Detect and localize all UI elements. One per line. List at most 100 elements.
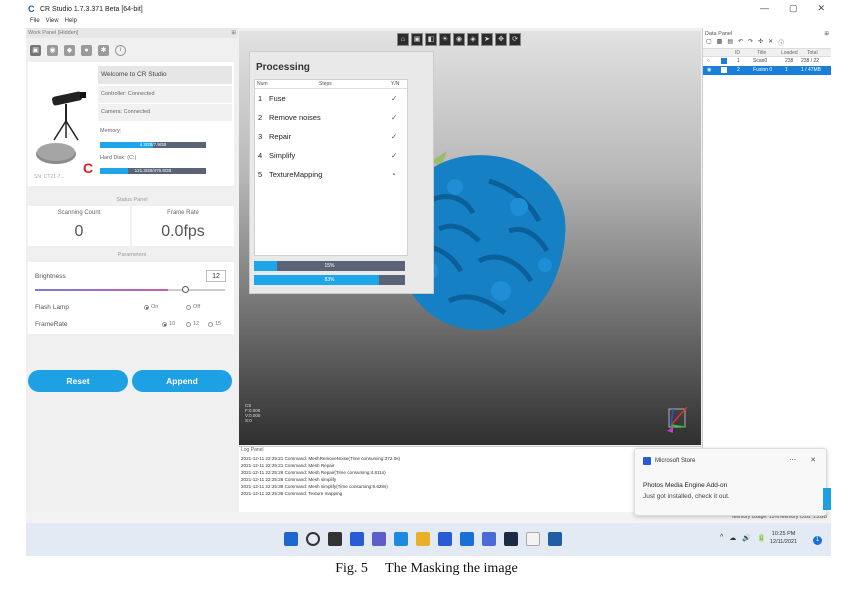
scanner-mode-icon[interactable]: ▣: [30, 44, 41, 56]
brightness-slider-track[interactable]: [35, 289, 225, 291]
menu-file[interactable]: File: [30, 18, 40, 28]
scanning-count-value: 0: [74, 223, 84, 240]
widgets-icon[interactable]: [350, 532, 364, 546]
log-line: 2021-12-11 22:25:21 Command: Mesh Repair: [241, 463, 335, 468]
info-icon[interactable]: ⓘ: [778, 38, 784, 48]
fps-10-label: 10: [169, 321, 176, 327]
shield-icon[interactable]: ◆: [64, 44, 75, 56]
step-status-icon: ✓: [391, 94, 398, 103]
wifi-icon[interactable]: ☁: [729, 534, 736, 542]
info-icon[interactable]: i: [115, 44, 126, 56]
parameters-panel: Brightness 12 Flash Lamp On Off FrameRat…: [28, 262, 234, 334]
notification-source-name: Microsoft Store: [655, 458, 696, 464]
radio-dot: [186, 304, 191, 310]
flash-on-radio[interactable]: On: [144, 304, 158, 310]
dismiss-icon[interactable]: ✕: [810, 456, 816, 464]
clock[interactable]: 10:25 PM 12/11/2021: [770, 530, 797, 546]
new-icon[interactable]: ▢: [706, 38, 712, 48]
log-line: 2021-12-11 22:25:26 Command: Mesh Repair…: [241, 470, 386, 475]
minimize-button[interactable]: —: [760, 3, 769, 14]
data-table-row[interactable]: ◉ 2 Fusion 0 1 1 / 47MB: [703, 66, 831, 75]
memory-bar: 4.3GB/7.9GB: [100, 142, 206, 148]
close-icon[interactable]: ✕: [768, 38, 773, 48]
home-icon[interactable]: ⌂: [397, 33, 409, 46]
task-view-icon[interactable]: [328, 532, 342, 546]
fps-10-radio[interactable]: 10: [162, 321, 175, 327]
memory-label: Memory:: [100, 128, 122, 134]
front-view-icon[interactable]: ▣: [411, 33, 423, 46]
notepad-icon[interactable]: [526, 532, 540, 546]
globe-icon[interactable]: ●: [81, 44, 92, 56]
cursor-icon[interactable]: ➤: [481, 33, 493, 46]
teams-icon[interactable]: [372, 532, 386, 546]
notification-title: Photos Media Engine Add-on: [643, 482, 728, 489]
radio-dot: [162, 321, 167, 327]
search-icon[interactable]: [306, 532, 320, 546]
clock-date: 12/11/2021: [770, 539, 798, 545]
redo-icon[interactable]: ↷: [748, 38, 753, 48]
edge-icon[interactable]: [394, 532, 408, 546]
more-options-icon[interactable]: ⋯: [789, 456, 796, 464]
axis-gizmo[interactable]: [663, 401, 693, 435]
light-icon[interactable]: ☀: [439, 33, 451, 46]
tray-overflow-icon[interactable]: ^: [720, 534, 723, 542]
rotate-icon[interactable]: ⟳: [509, 33, 521, 46]
crstudio-icon[interactable]: [548, 532, 562, 546]
battery-icon[interactable]: 🔋: [757, 534, 766, 542]
reset-button[interactable]: Reset: [28, 370, 128, 392]
brightness-input[interactable]: 12: [206, 270, 226, 282]
maximize-button[interactable]: ▢: [789, 3, 798, 14]
pin-icon[interactable]: ⊞: [231, 28, 236, 38]
visibility-icon[interactable]: ◉: [707, 67, 711, 73]
radio-dot: [186, 321, 191, 327]
frame-rate-label: Frame Rate: [167, 210, 199, 216]
col-title: Title: [757, 50, 767, 56]
mail-icon[interactable]: [460, 532, 474, 546]
col-total: Total: [807, 50, 818, 56]
flash-off-radio[interactable]: Off: [186, 304, 200, 310]
undo-icon[interactable]: ↶: [738, 38, 743, 48]
step-name: Simplify: [269, 151, 296, 160]
toast-notification[interactable]: Microsoft Store ⋯ ✕ Photos Media Engine …: [634, 448, 827, 516]
processing-dialog: Processing Num Steps Y/N 1 Fuse ✓ 2 Remove n…: [249, 51, 434, 294]
notification-badge[interactable]: 1: [813, 536, 822, 545]
radio-dot: [144, 304, 149, 310]
merge-icon[interactable]: ✣: [758, 38, 763, 48]
side-view-icon[interactable]: ◧: [425, 33, 437, 46]
step-num: 4: [258, 151, 263, 160]
data-table-row[interactable]: ○ 1 Scan0 238 238 / 22: [703, 57, 831, 66]
flash-on-label: On: [151, 304, 159, 310]
photos-icon[interactable]: [482, 532, 496, 546]
panel-edge-button[interactable]: [823, 488, 831, 510]
menu-help[interactable]: Help: [65, 18, 77, 28]
visibility-icon[interactable]: ○: [707, 58, 710, 64]
move-icon[interactable]: ✥: [495, 33, 507, 46]
pin-icon[interactable]: ⊞: [824, 31, 829, 37]
row-loaded: 238: [785, 58, 794, 64]
append-button[interactable]: Append: [132, 370, 232, 392]
pin-tool-icon[interactable]: ✱: [98, 44, 109, 56]
refresh-icon[interactable]: C: [83, 160, 93, 176]
fps-15-radio[interactable]: 15: [208, 321, 221, 327]
close-button[interactable]: ✕: [817, 3, 825, 14]
fps-12-label: 12: [193, 321, 200, 327]
processing-title: Processing: [256, 62, 310, 73]
radio-dot: [208, 321, 213, 327]
menu-view[interactable]: View: [46, 18, 59, 28]
explorer-icon[interactable]: [416, 532, 430, 546]
mesh-icon[interactable]: ◈: [467, 33, 479, 46]
start-icon[interactable]: [284, 532, 298, 546]
steam-icon[interactable]: [504, 532, 518, 546]
fps-12-radio[interactable]: 12: [186, 321, 199, 327]
store-icon[interactable]: [438, 532, 452, 546]
brightness-slider-handle[interactable]: [182, 286, 189, 293]
frame-rate-param-label: FrameRate: [35, 321, 68, 328]
copy-icon[interactable]: ▤: [727, 38, 733, 48]
eye-icon[interactable]: ◉: [47, 44, 58, 56]
volume-icon[interactable]: 🔊: [742, 534, 751, 542]
app-logo-icon: C: [28, 4, 35, 14]
processing-steps-table: Num Steps Y/N 1 Fuse ✓ 2 Remove noises ✓ 3 Repa…: [254, 79, 408, 256]
col-yn: Y/N: [391, 81, 400, 87]
delete-icon[interactable]: ▩: [717, 38, 723, 48]
eye-icon[interactable]: ◉: [453, 33, 465, 46]
